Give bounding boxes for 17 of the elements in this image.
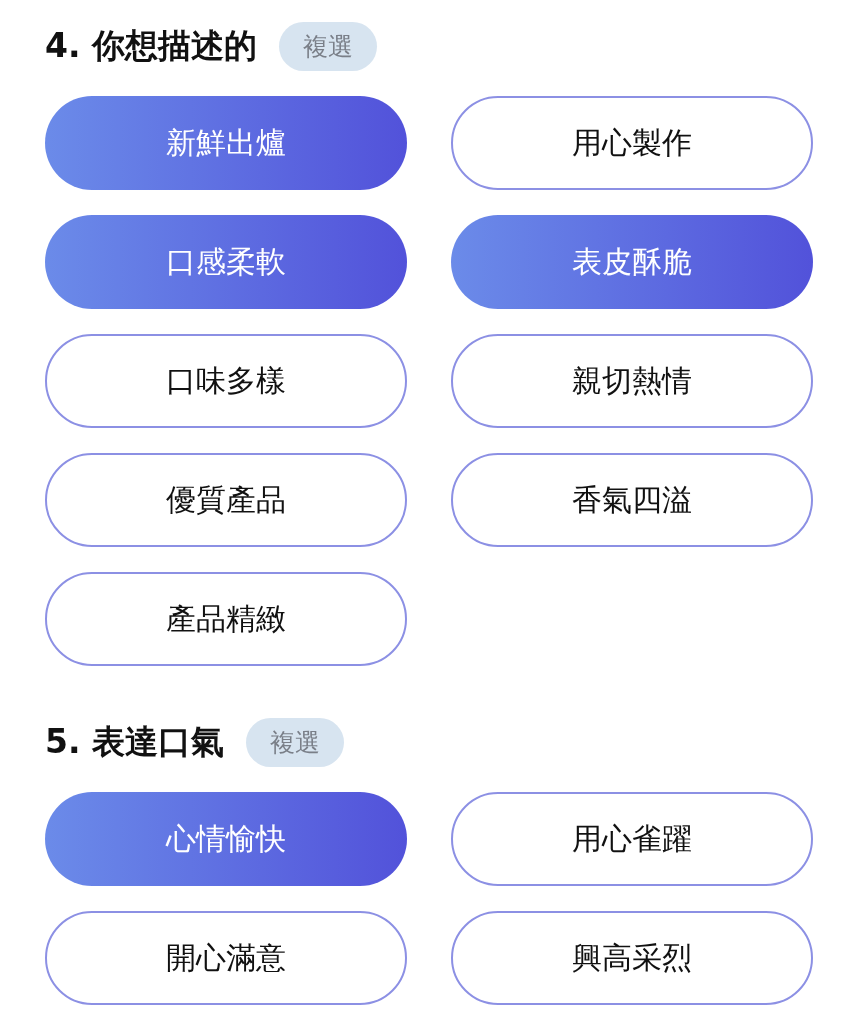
option-button[interactable]: 表皮酥脆 <box>451 215 813 309</box>
option-button[interactable]: 口感柔軟 <box>45 215 407 309</box>
option-button[interactable]: 優質產品 <box>45 453 407 547</box>
option-button[interactable]: 香氣四溢 <box>451 453 813 547</box>
section-title: 4. 你想描述的 <box>45 24 257 67</box>
option-button[interactable]: 心情愉快 <box>45 792 407 886</box>
option-button[interactable]: 用心雀躍 <box>451 792 813 886</box>
option-button[interactable]: 開心滿意 <box>45 911 407 1005</box>
section-title: 5. 表達口氣 <box>45 720 224 763</box>
option-button[interactable]: 興高采烈 <box>451 911 813 1005</box>
option-button[interactable]: 產品精緻 <box>45 572 407 666</box>
option-button[interactable]: 新鮮出爐 <box>45 96 407 190</box>
option-button[interactable]: 用心製作 <box>451 96 813 190</box>
multi-select-badge: 複選 <box>279 21 377 71</box>
multi-select-badge: 複選 <box>246 717 344 767</box>
option-button[interactable]: 口味多樣 <box>45 334 407 428</box>
option-button[interactable]: 親切熱情 <box>451 334 813 428</box>
